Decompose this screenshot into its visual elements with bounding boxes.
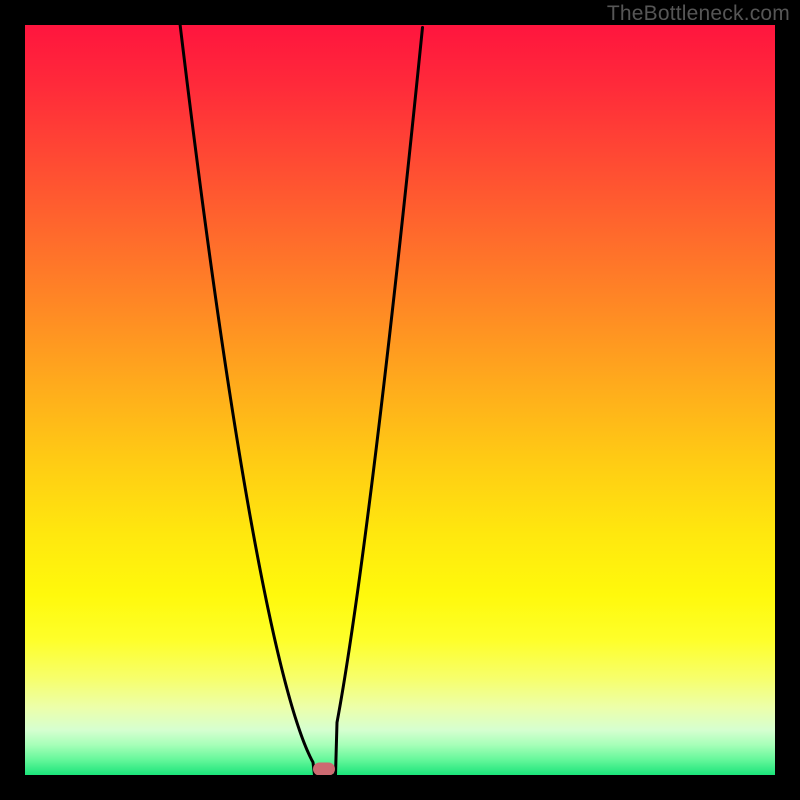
curve-svg [25,25,775,775]
bottleneck-curve [180,25,422,775]
minimum-marker [313,763,335,776]
plot-area [25,25,775,775]
chart-frame: TheBottleneck.com [0,0,800,800]
watermark-text: TheBottleneck.com [607,2,790,26]
